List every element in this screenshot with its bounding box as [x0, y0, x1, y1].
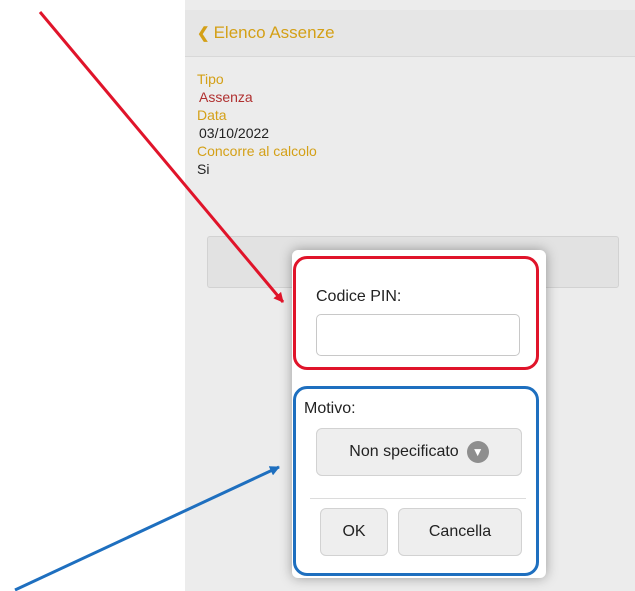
blue-arrow	[14, 465, 280, 591]
annotation-arrows	[14, 11, 285, 591]
red-arrow	[38, 11, 285, 303]
